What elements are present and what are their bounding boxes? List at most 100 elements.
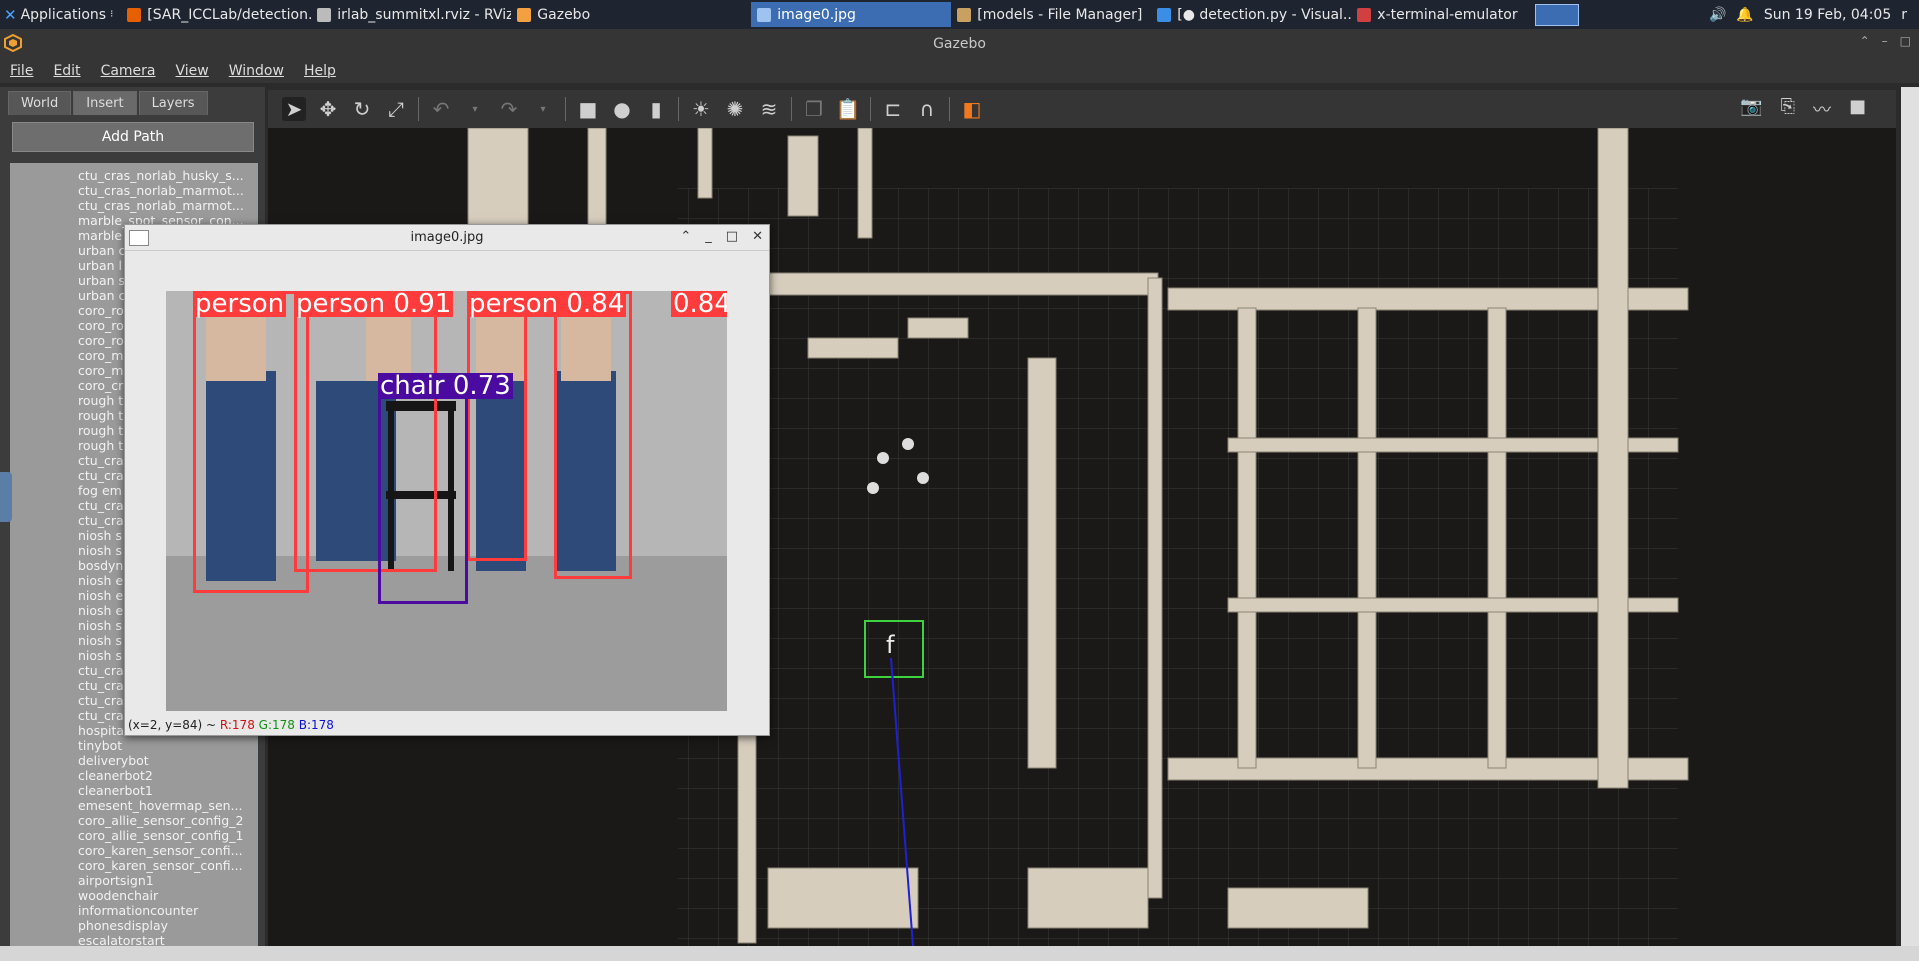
directional-light-icon[interactable]: ≋ [757, 97, 781, 121]
snap-magnet-icon[interactable]: ∩ [915, 97, 939, 121]
detection-label-person-1: person [193, 291, 287, 319]
model-list-item[interactable]: cleanerbot1 [78, 783, 258, 798]
menu-help[interactable]: Help [304, 63, 336, 79]
task-label: image0.jpg [777, 6, 856, 23]
menu-edit[interactable]: Edit [53, 63, 80, 79]
shade-icon[interactable]: ⌃ [680, 229, 691, 244]
tray-trailing-text: r [1901, 6, 1907, 23]
model-list-item[interactable]: emesent_hovermap_sen... [78, 798, 258, 813]
model-list-item[interactable]: woodenchair [78, 888, 258, 903]
model-list-item[interactable]: coro_karen_sensor_confi... [78, 858, 258, 873]
copy-icon[interactable]: ❐ [802, 97, 826, 121]
task-label: [models - File Manager] [977, 6, 1143, 23]
model-list-item[interactable]: tinybot [78, 738, 258, 753]
spot-light-icon[interactable]: ✺ [723, 97, 747, 121]
menu-file[interactable]: File [10, 63, 33, 79]
menu-view[interactable]: View [176, 63, 209, 79]
undo-dropdown-icon[interactable]: ▾ [463, 97, 487, 121]
taskbar-task[interactable]: irlab_summitxl.rviz - RViz [311, 2, 511, 27]
scene-toolbar: ➤ ✥ ↻ ⤢ ↶ ▾ ↷ ▾ ■ ● ▮ ☀ ✺ ≋ ❐ 📋 ⊏ ∩ ◧ 📷 … [268, 90, 1896, 128]
detection-box-person-4 [554, 291, 632, 579]
taskbar-task[interactable]: [models - File Manager] [951, 2, 1151, 27]
clock[interactable]: Sun 19 Feb, 04:05 [1764, 7, 1891, 23]
maximize-icon[interactable]: □ [1900, 34, 1911, 48]
toolbar-divider [565, 97, 566, 121]
model-list-item[interactable]: coro_karen_sensor_confi... [78, 843, 258, 858]
model-list-item[interactable]: coro_allie_sensor_config_2 [78, 813, 258, 828]
pixel-blue-value: B:178 [298, 718, 334, 732]
detection-image[interactable]: person person 0.91 person 0.84 0.84 chai… [166, 291, 727, 711]
detection-label-chair: chair 0.73 [378, 371, 513, 401]
image-viewer-window[interactable]: image0.jpg ⌃ _ □ ✕ person person 0.91 pe… [124, 224, 770, 736]
image-window-title: image0.jpg [410, 230, 484, 245]
screenshot-camera-icon[interactable]: 📷 [1740, 96, 1762, 122]
taskbar-task[interactable]: [SAR_ICCLab/detection.... [121, 2, 311, 27]
panel-collapse-handle[interactable] [0, 472, 12, 522]
model-list-item[interactable]: cleanerbot2 [78, 768, 258, 783]
task-app-icon [127, 7, 142, 22]
collapse-icon[interactable]: ⌃ [1860, 34, 1870, 48]
plot-icon[interactable]: 〰 [1813, 96, 1831, 122]
model-list-item[interactable]: ctu_cras_norlab_husky_s... [78, 168, 258, 183]
model-list-item[interactable]: airportsign1 [78, 873, 258, 888]
taskbar-task[interactable]: x-terminal-emulator [1351, 2, 1531, 27]
model-list-item[interactable]: ctu_cras_norlab_marmot... [78, 183, 258, 198]
screen-switch-icon[interactable] [1534, 3, 1579, 26]
pixel-status-line: (x=2, y=84) ~ R:178 G:178 B:178 [128, 718, 334, 732]
align-icon[interactable]: ⊏ [881, 97, 905, 121]
tab-layers[interactable]: Layers [138, 91, 208, 115]
toolbar-divider [678, 97, 679, 121]
taskbar-task[interactable]: [● detection.py - Visual... [1151, 2, 1351, 27]
close-icon[interactable]: ✕ [752, 229, 763, 244]
menu-bar: File Edit Camera View Window Help [0, 59, 1919, 83]
scale-icon[interactable]: ⤢ [384, 97, 408, 121]
add-path-button[interactable]: Add Path [12, 122, 254, 152]
applications-menu[interactable]: ✕ Applications ⁝ [0, 0, 117, 29]
maximize-icon[interactable]: □ [726, 229, 738, 244]
detection-box-chair [378, 375, 468, 604]
image-window-title-bar[interactable]: image0.jpg ⌃ _ □ ✕ [125, 225, 769, 251]
menu-camera[interactable]: Camera [101, 63, 156, 79]
paste-icon[interactable]: 📋 [836, 97, 861, 121]
sphere-shape-icon[interactable]: ● [610, 97, 634, 121]
redo-dropdown-icon[interactable]: ▾ [531, 97, 555, 121]
pixel-red-value: R:178 [219, 718, 255, 732]
cylinder-shape-icon[interactable]: ▮ [644, 97, 668, 121]
task-app-icon [957, 7, 972, 22]
point-light-icon[interactable]: ☀ [689, 97, 713, 121]
taskbar: ✕ Applications ⁝ [SAR_ICCLab/detection..… [0, 0, 1919, 29]
taskbar-task[interactable]: Gazebo [511, 2, 631, 27]
model-list-item[interactable]: phonesdisplay [78, 918, 258, 933]
video-record-icon[interactable]: ■ [1849, 96, 1866, 122]
gazebo-title-bar: Gazebo ⌃ – □ [0, 29, 1919, 59]
detection-label-person-3: person 0.84 [467, 291, 627, 319]
vertical-scrollbar[interactable] [1901, 87, 1919, 946]
detection-box-person-1 [193, 291, 309, 593]
log-icon[interactable]: ⎘ [1781, 96, 1795, 122]
box-shape-icon[interactable]: ■ [576, 97, 600, 121]
minimize-icon[interactable]: _ [705, 229, 712, 244]
horizontal-scrollbar[interactable] [0, 946, 1919, 961]
select-arrow-icon[interactable]: ➤ [282, 97, 306, 121]
model-list-item[interactable]: informationcounter [78, 903, 258, 918]
tab-world[interactable]: World [8, 91, 72, 115]
window-menu-icon[interactable] [129, 230, 149, 246]
pixel-green-value: G:178 [258, 718, 295, 732]
notification-bell-icon[interactable]: 🔔 [1736, 7, 1753, 23]
redo-icon[interactable]: ↷ [497, 97, 521, 121]
volume-icon[interactable]: 🔊 [1709, 7, 1726, 23]
menu-window[interactable]: Window [229, 63, 284, 79]
model-list-item[interactable]: ctu_cras_norlab_marmot... [78, 198, 258, 213]
rotate-icon[interactable]: ↻ [350, 97, 374, 121]
model-list-item[interactable]: deliverybot [78, 753, 258, 768]
tab-insert[interactable]: Insert [73, 91, 137, 115]
detection-label-person-4: 0.84 [671, 291, 727, 317]
window-title: Gazebo [933, 36, 986, 52]
translate-icon[interactable]: ✥ [316, 97, 340, 121]
taskbar-task[interactable]: image0.jpg [751, 2, 952, 27]
minimize-icon[interactable]: – [1882, 34, 1888, 48]
view-angle-icon[interactable]: ◧ [960, 97, 984, 121]
undo-icon[interactable]: ↶ [429, 97, 453, 121]
pixel-coords: (x=2, y=84) ~ [128, 718, 217, 732]
model-list-item[interactable]: coro_allie_sensor_config_1 [78, 828, 258, 843]
